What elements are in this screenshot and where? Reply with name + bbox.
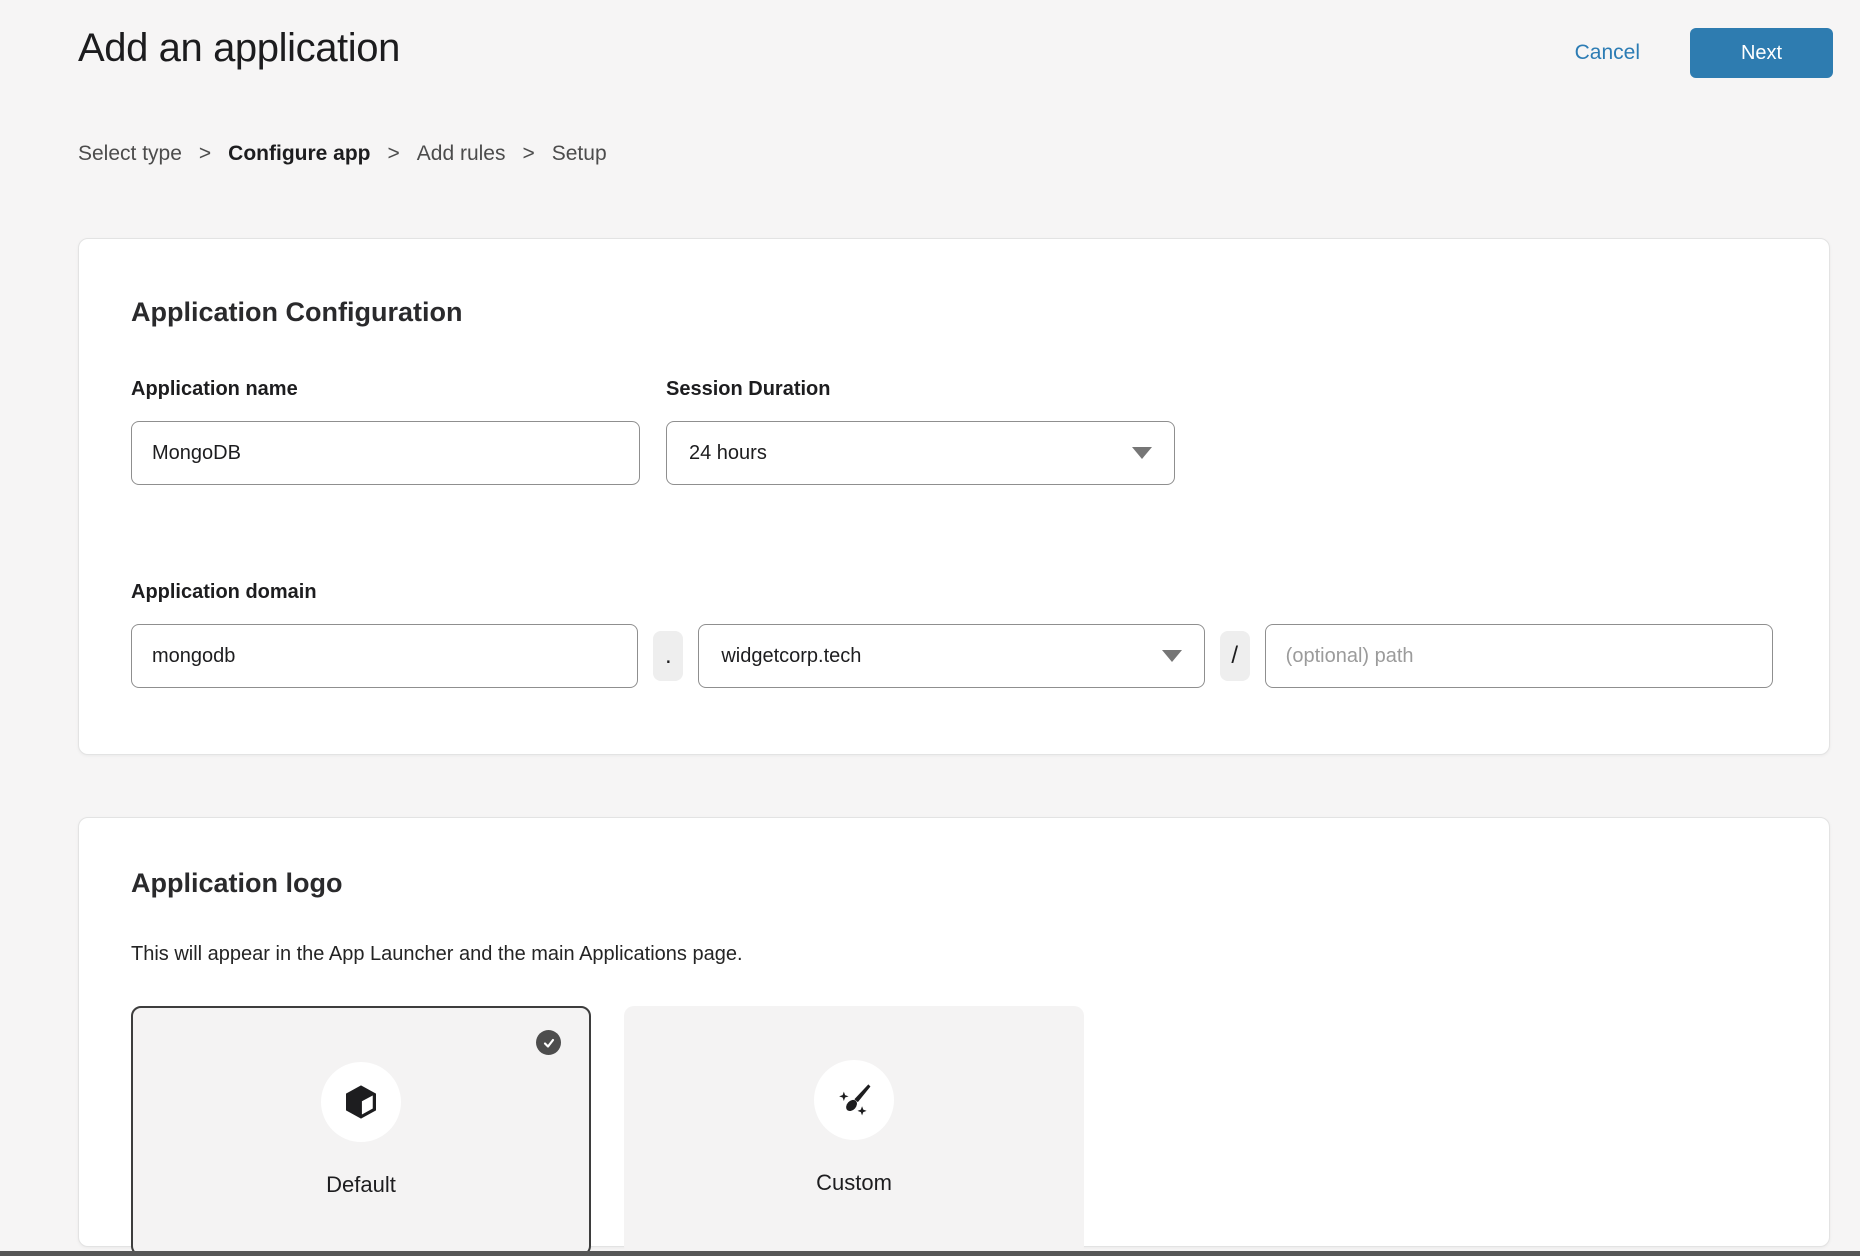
application-name-label: Application name [131, 378, 640, 401]
application-name-input[interactable] [131, 421, 640, 485]
cube-icon [341, 1082, 381, 1122]
application-logo-description: This will appear in the App Launcher and… [131, 943, 1773, 966]
domain-select[interactable]: widgetcorp.tech [698, 624, 1204, 688]
logo-option-custom[interactable]: Custom [624, 1006, 1084, 1256]
breadcrumb: Select type > Configure app > Add rules … [78, 142, 1860, 166]
slash-separator: / [1220, 631, 1250, 681]
application-configuration-card: Application Configuration Application na… [78, 238, 1830, 755]
path-input[interactable] [1265, 624, 1773, 688]
header-actions: Cancel Next [1575, 20, 1833, 78]
logo-option-label: Custom [816, 1170, 892, 1196]
cancel-button[interactable]: Cancel [1575, 41, 1640, 65]
application-domain-field: Application domain . widgetcorp.tech / [131, 581, 1773, 688]
logo-option-default[interactable]: Default [131, 1006, 591, 1256]
step-add-rules: Add rules [417, 142, 506, 166]
chevron-down-icon [1132, 447, 1152, 459]
step-separator: > [388, 142, 400, 166]
step-separator: > [199, 142, 211, 166]
page-title: Add an application [78, 20, 400, 71]
step-select-type[interactable]: Select type [78, 142, 182, 166]
check-icon [536, 1030, 561, 1055]
next-button[interactable]: Next [1690, 28, 1833, 78]
domain-value: widgetcorp.tech [721, 645, 861, 668]
paintbrush-icon [833, 1079, 875, 1121]
logo-option-label: Default [326, 1172, 396, 1198]
logo-options: Default Custom [131, 1006, 1773, 1256]
dot-separator: . [653, 631, 683, 681]
session-duration-field: Session Duration 24 hours [666, 378, 1175, 485]
step-configure-app: Configure app [228, 142, 370, 166]
chevron-down-icon [1162, 650, 1182, 662]
application-name-field: Application name [131, 378, 640, 485]
session-duration-label: Session Duration [666, 378, 1175, 401]
application-configuration-heading: Application Configuration [131, 297, 1773, 328]
session-duration-select[interactable]: 24 hours [666, 421, 1175, 485]
step-setup: Setup [552, 142, 607, 166]
application-domain-label: Application domain [131, 581, 1773, 604]
session-duration-value: 24 hours [689, 442, 767, 465]
bottom-edge-bar [0, 1251, 1860, 1256]
default-logo-circle [321, 1062, 401, 1142]
application-logo-heading: Application logo [131, 868, 1773, 899]
step-separator: > [522, 142, 534, 166]
subdomain-input[interactable] [131, 624, 638, 688]
page-header: Add an application Cancel Next [0, 0, 1860, 78]
custom-logo-circle [814, 1060, 894, 1140]
application-logo-card: Application logo This will appear in the… [78, 817, 1830, 1247]
